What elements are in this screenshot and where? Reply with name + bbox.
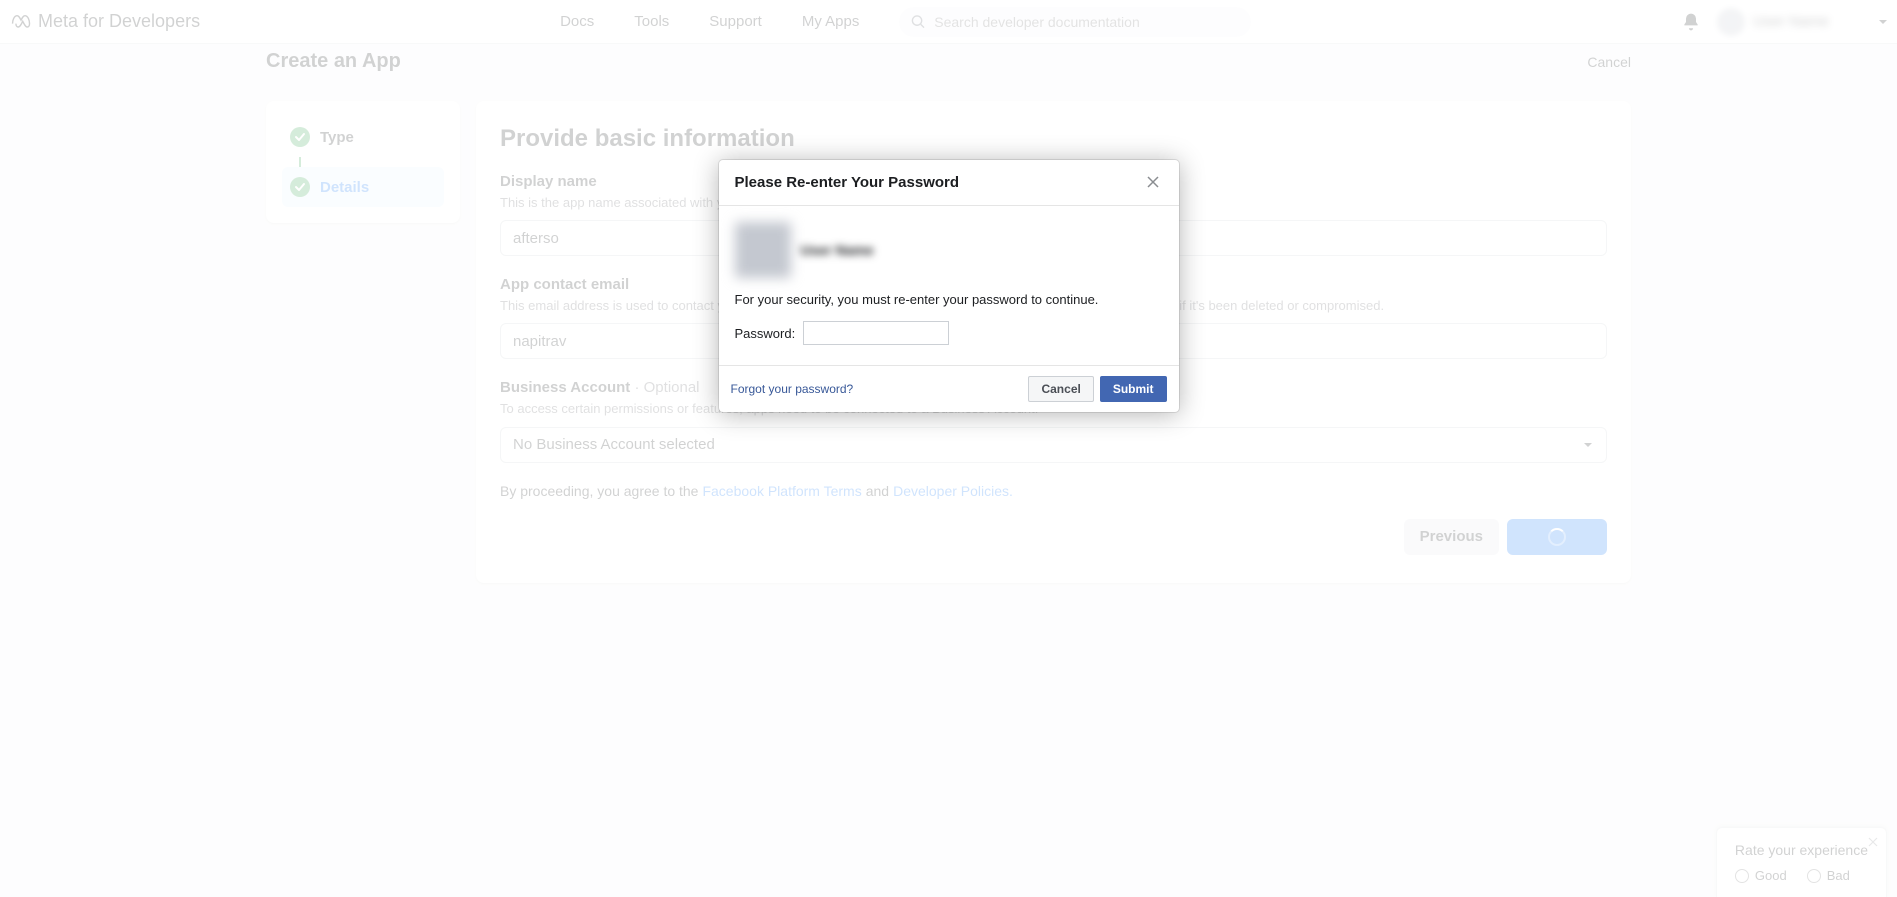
close-button[interactable] <box>1143 172 1163 193</box>
avatar <box>735 222 791 278</box>
modal-overlay: Please Re-enter Your Password User Name … <box>0 0 1897 897</box>
modal-title: Please Re-enter Your Password <box>735 174 960 191</box>
modal-header: Please Re-enter Your Password <box>719 160 1179 206</box>
password-input[interactable] <box>803 321 949 345</box>
password-label: Password: <box>735 326 796 341</box>
submit-button[interactable]: Submit <box>1100 376 1167 402</box>
password-row: Password: <box>735 321 1163 345</box>
password-modal: Please Re-enter Your Password User Name … <box>719 160 1179 412</box>
modal-user-name: User Name <box>801 242 874 258</box>
cancel-button[interactable]: Cancel <box>1028 376 1093 402</box>
modal-body: User Name For your security, you must re… <box>719 206 1179 365</box>
modal-buttons: Cancel Submit <box>1028 376 1166 402</box>
forgot-password-link[interactable]: Forgot your password? <box>731 382 854 396</box>
modal-user: User Name <box>735 222 1163 278</box>
modal-footer: Forgot your password? Cancel Submit <box>719 365 1179 412</box>
modal-text: For your security, you must re-enter you… <box>735 292 1163 307</box>
close-icon <box>1147 176 1159 188</box>
